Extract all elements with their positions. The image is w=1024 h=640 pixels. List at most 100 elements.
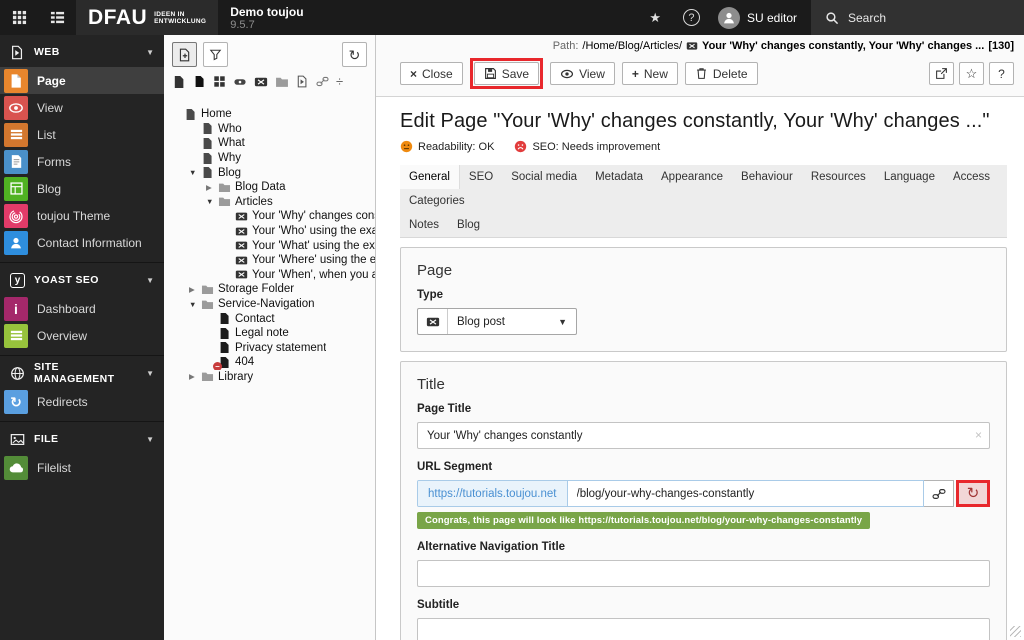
- new-page-button[interactable]: [172, 42, 197, 67]
- page-title-input[interactable]: [417, 422, 990, 449]
- section-header-web[interactable]: WEB ▼: [0, 37, 164, 67]
- drag-page-icon[interactable]: [172, 75, 186, 89]
- help-icon[interactable]: ?: [673, 0, 710, 35]
- form-tabs: General SEO Social media Metadata Appear…: [400, 165, 1007, 238]
- section-header-yoast-seo[interactable]: y YOAST SEO ▼: [0, 265, 164, 295]
- chevron-down-icon: ▼: [146, 275, 154, 285]
- url-toggle-edit-button[interactable]: [924, 480, 954, 507]
- pagetree-toggle-icon[interactable]: [38, 0, 76, 35]
- tab[interactable]: General: [400, 165, 460, 189]
- tab[interactable]: SEO: [460, 165, 502, 189]
- tab[interactable]: Social media: [502, 165, 586, 189]
- page-type-select[interactable]: Blog post ▼: [448, 309, 576, 334]
- external-link-icon: [935, 67, 948, 80]
- pagetree-item[interactable]: Your 'When', when you are ready: [170, 268, 375, 283]
- expand-toggle-icon[interactable]: [189, 285, 200, 294]
- global-search[interactable]: Search: [811, 0, 1024, 35]
- sidebar-item-contact-information[interactable]: Contact Information: [0, 229, 164, 256]
- readability-status: Readability: OK: [400, 140, 494, 153]
- sidebar-item-toujou-theme[interactable]: toujou Theme: [0, 202, 164, 229]
- pagetree-item[interactable]: What: [170, 136, 375, 151]
- tab[interactable]: Language: [875, 165, 944, 189]
- drag-folder-icon[interactable]: [275, 75, 289, 89]
- close-button[interactable]: × Close: [400, 62, 463, 85]
- tab[interactable]: Resources: [802, 165, 875, 189]
- module-menu: WEB ▼ Page View List Forms Blog toujou T…: [0, 35, 164, 640]
- pagetree-item[interactable]: 404: [170, 355, 375, 370]
- pagetree-item[interactable]: Library: [170, 370, 375, 385]
- pagetree-item[interactable]: Legal note: [170, 326, 375, 341]
- url-prefix[interactable]: https://tutorials.toujou.net: [418, 481, 568, 506]
- expand-toggle-icon[interactable]: [206, 183, 217, 192]
- pagetree-item[interactable]: Your 'Why' changes constantly: [170, 209, 375, 224]
- pagetree-item[interactable]: Home: [170, 107, 375, 122]
- eye-icon: [560, 67, 574, 81]
- pagetree-item[interactable]: Contact: [170, 311, 375, 326]
- view-button[interactable]: View: [550, 62, 615, 85]
- sidebar-item-dashboard[interactable]: i Dashboard: [0, 295, 164, 322]
- pagetree-item[interactable]: Blog Data: [170, 180, 375, 195]
- pagetree-item[interactable]: Your 'Who' using the example of yo: [170, 224, 375, 239]
- filter-button[interactable]: [203, 42, 228, 67]
- pagetree-item[interactable]: Service-Navigation: [170, 297, 375, 312]
- user-menu[interactable]: SU editor: [710, 0, 811, 35]
- drag-blogpost-icon[interactable]: [254, 75, 268, 89]
- tab[interactable]: Blog: [448, 213, 489, 237]
- sidebar-item-forms[interactable]: Forms: [0, 148, 164, 175]
- sidebar-item-view[interactable]: View: [0, 94, 164, 121]
- blog-module-icon: [4, 176, 28, 201]
- sidebar-item-redirects[interactable]: ↻ Redirects: [0, 388, 164, 415]
- new-button[interactable]: + New: [621, 62, 678, 85]
- subtitle-input[interactable]: [417, 618, 990, 640]
- tab[interactable]: Categories: [400, 189, 474, 213]
- url-segment-input[interactable]: [567, 481, 923, 506]
- tab[interactable]: Metadata: [586, 165, 652, 189]
- sidebar-item-page[interactable]: Page: [0, 67, 164, 94]
- expand-toggle-icon[interactable]: [206, 197, 217, 206]
- sidebar-item-filelist[interactable]: Filelist: [0, 454, 164, 481]
- section-header-file[interactable]: FILE ▼: [0, 424, 164, 454]
- sidebar-item-blog[interactable]: Blog: [0, 175, 164, 202]
- modules-grid-icon[interactable]: [0, 0, 38, 35]
- expand-toggle-icon[interactable]: [189, 168, 200, 177]
- tab[interactable]: Behaviour: [732, 165, 802, 189]
- record-title: Your 'Why' changes constantly, Your 'Why…: [702, 40, 985, 52]
- star-outline-icon: ☆: [965, 66, 978, 81]
- expand-toggle-icon[interactable]: [189, 300, 200, 309]
- url-recalculate-button[interactable]: ↻: [959, 483, 987, 504]
- drag-blank-page-icon[interactable]: [193, 75, 206, 88]
- delete-button[interactable]: Delete: [684, 62, 758, 85]
- expand-toggle-icon[interactable]: [189, 372, 200, 381]
- refresh-tree-button[interactable]: ↻: [342, 42, 367, 67]
- save-button[interactable]: Save: [473, 62, 540, 85]
- pagetree-item[interactable]: Why: [170, 151, 375, 166]
- clear-input-icon[interactable]: ×: [975, 428, 982, 442]
- alt-nav-title-input[interactable]: [417, 560, 990, 587]
- open-new-window-button[interactable]: [929, 62, 954, 85]
- section-header-site-management[interactable]: SITE MANAGEMENT ▼: [0, 358, 164, 388]
- pagetree-item[interactable]: Storage Folder: [170, 282, 375, 297]
- drag-capsule-icon[interactable]: [233, 75, 247, 89]
- drag-divider-icon[interactable]: ÷: [336, 74, 343, 89]
- sidebar-item-overview[interactable]: Overview: [0, 322, 164, 349]
- pagetree-item[interactable]: Blog: [170, 165, 375, 180]
- bookmark-star-icon[interactable]: ★: [637, 0, 673, 35]
- resize-handle[interactable]: [1010, 626, 1021, 637]
- type-label: Type: [417, 289, 443, 301]
- bookmark-button[interactable]: ☆: [959, 62, 984, 85]
- sidebar-item-list[interactable]: List: [0, 121, 164, 148]
- docheader-help-button[interactable]: ?: [989, 62, 1014, 85]
- pagetree-item[interactable]: Articles: [170, 195, 375, 210]
- seo-status-line: Readability: OK SEO: Needs improvement: [400, 140, 1007, 153]
- pagetree-item[interactable]: Your 'What' using the example of a: [170, 238, 375, 253]
- tab[interactable]: Appearance: [652, 165, 732, 189]
- drag-link-icon[interactable]: [316, 75, 329, 88]
- tab[interactable]: Notes: [400, 213, 448, 237]
- globe-icon: [10, 366, 25, 381]
- pagetree-item[interactable]: Who: [170, 122, 375, 137]
- pagetree-item[interactable]: Privacy statement: [170, 341, 375, 356]
- drag-layout-grid-icon[interactable]: [213, 75, 226, 88]
- pagetree-item[interactable]: Your 'Where' using the example of: [170, 253, 375, 268]
- drag-shortcut-icon[interactable]: [296, 75, 309, 88]
- tab[interactable]: Access: [944, 165, 999, 189]
